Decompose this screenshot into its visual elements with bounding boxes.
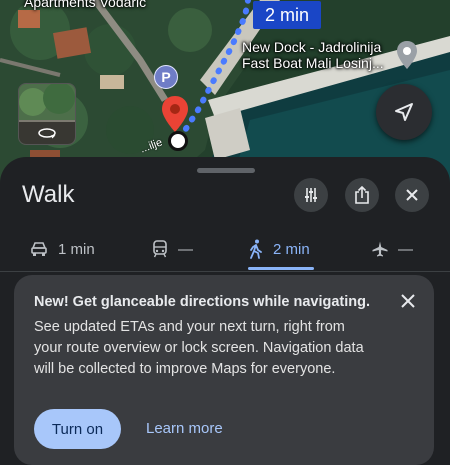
street-view-thumbnail[interactable] — [18, 83, 76, 145]
learn-more-link[interactable]: Learn more — [146, 409, 223, 449]
notice-title: New! Get glanceable directions while nav… — [34, 294, 370, 310]
share-button[interactable] — [345, 178, 379, 212]
street-view-360-icon — [38, 128, 56, 139]
sheet-drag-handle[interactable] — [197, 168, 255, 173]
notice-close-button[interactable] — [396, 289, 420, 313]
close-button[interactable] — [395, 178, 429, 212]
parking-icon[interactable]: P — [154, 65, 178, 89]
tab-driving-label: 1 min — [58, 240, 95, 258]
start-point-marker — [168, 131, 188, 151]
navigation-arrow-button[interactable] — [376, 84, 432, 140]
place-label[interactable]: Apartments Vodaric — [24, 0, 146, 10]
tab-walking[interactable]: 2 min — [249, 229, 310, 269]
travel-mode-tabs: 1 min — 2 min — — [0, 229, 450, 271]
tab-flights-label: — — [398, 240, 413, 258]
transit-icon — [152, 240, 168, 258]
destination-name-line2: Fast Boat Mali Losinj... — [242, 55, 384, 71]
close-icon — [401, 294, 415, 308]
street-view-overlay — [19, 122, 75, 144]
tab-transit-label: — — [178, 240, 193, 258]
tabs-divider — [0, 271, 450, 272]
close-icon — [406, 189, 418, 201]
tab-flights[interactable]: — — [372, 229, 413, 269]
destination-label[interactable]: New Dock - Jadrolinija Fast Boat Mali Lo… — [242, 39, 384, 71]
feature-notice-card: New! Get glanceable directions while nav… — [14, 275, 434, 465]
share-icon — [355, 186, 369, 204]
sheet-title: Walk — [22, 181, 75, 208]
tab-walking-label: 2 min — [273, 240, 310, 258]
flight-icon — [372, 241, 388, 257]
destination-pin-icon[interactable] — [397, 41, 417, 69]
tab-transit[interactable]: — — [152, 229, 193, 269]
turn-on-button[interactable]: Turn on — [34, 409, 121, 449]
sliders-icon — [305, 188, 317, 202]
directions-sheet: Walk 1 min — 2 min — New! Get glanceable… — [0, 157, 450, 465]
notice-body: See updated ETAs and your next turn, rig… — [34, 319, 364, 377]
walk-icon — [249, 239, 263, 259]
car-icon — [30, 241, 48, 257]
navigation-arrow-icon — [395, 103, 413, 121]
destination-name-line1: New Dock - Jadrolinija — [242, 39, 382, 55]
selected-tab-indicator — [248, 267, 314, 270]
route-options-button[interactable] — [294, 178, 328, 212]
tab-driving[interactable]: 1 min — [30, 229, 95, 269]
location-pin-icon[interactable] — [162, 96, 188, 132]
eta-badge: 2 min — [253, 1, 322, 29]
